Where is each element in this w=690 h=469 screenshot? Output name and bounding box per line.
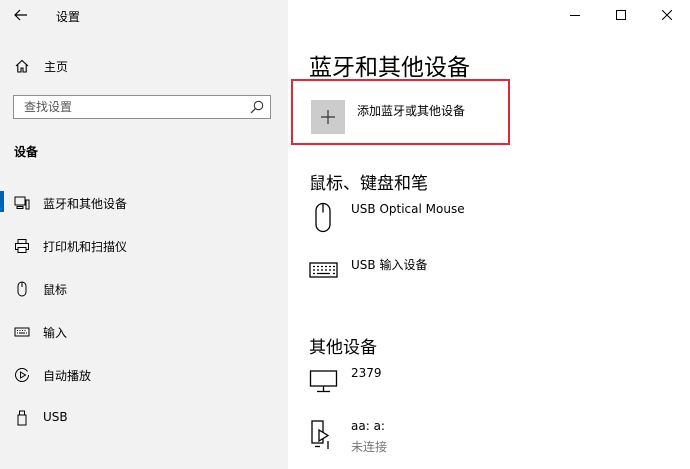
add-device-button[interactable]: 添加蓝牙或其他设备: [291, 79, 510, 145]
back-arrow-icon: [14, 9, 27, 21]
device-item-mouse[interactable]: USB Optical Mouse: [309, 202, 669, 246]
sidebar-item-bluetooth[interactable]: 蓝牙和其他设备: [0, 181, 288, 224]
sidebar-item-printers[interactable]: 打印机和扫描仪: [0, 224, 288, 267]
device-name: USB Optical Mouse: [351, 202, 465, 216]
close-icon: [662, 10, 672, 20]
keyboard-icon: [309, 262, 338, 278]
maximize-icon: [616, 10, 626, 20]
device-name: USB 输入设备: [351, 258, 428, 272]
device-item-keyboard[interactable]: USB 输入设备: [309, 256, 669, 300]
settings-window: 设置 主页 设备 蓝牙和其他设备: [0, 0, 690, 469]
sidebar-item-label: 自动播放: [43, 369, 92, 383]
mouse-keyboard-heading: 鼠标、键盘和笔: [309, 174, 428, 194]
minimize-icon: [570, 15, 580, 16]
title-bar: 设置: [0, 0, 288, 30]
device-name: aa: a:: [351, 419, 385, 433]
close-button[interactable]: [644, 0, 690, 30]
home-label: 主页: [44, 60, 69, 74]
mouse-icon: [17, 281, 27, 297]
sidebar-item-home[interactable]: 主页: [0, 52, 288, 80]
sidebar-item-autoplay[interactable]: 自动播放: [0, 353, 288, 396]
sidebar-item-label: 打印机和扫描仪: [43, 240, 128, 254]
sidebar-item-label: 蓝牙和其他设备: [43, 197, 128, 211]
search-icon[interactable]: [250, 100, 264, 114]
sidebar-item-usb[interactable]: USB: [0, 396, 288, 439]
usb-icon: [17, 410, 27, 426]
search-box: [13, 95, 271, 119]
media-device-icon: [311, 420, 330, 449]
bluetooth-devices-icon: [14, 196, 30, 210]
device-item-2379[interactable]: 2379: [309, 366, 669, 410]
page-title: 蓝牙和其他设备: [309, 55, 470, 81]
sidebar-item-label: USB: [43, 410, 68, 424]
window-controls: [552, 0, 690, 30]
keyboard-icon: [14, 327, 30, 337]
add-tile: [311, 100, 345, 134]
add-device-label: 添加蓝牙或其他设备: [357, 104, 466, 118]
app-title: 设置: [56, 10, 81, 24]
monitor-icon: [309, 370, 338, 393]
sidebar: 设置 主页 设备 蓝牙和其他设备: [0, 0, 288, 469]
home-icon: [15, 59, 29, 73]
autoplay-icon: [15, 367, 29, 382]
device-item-aa[interactable]: aa: a: 未连接: [309, 419, 669, 463]
minimize-button[interactable]: [552, 0, 598, 30]
mouse-icon: [315, 202, 331, 233]
sidebar-item-label: 鼠标: [43, 283, 68, 297]
maximize-button[interactable]: [598, 0, 644, 30]
sidebar-item-mouse[interactable]: 鼠标: [0, 267, 288, 310]
printer-icon: [15, 239, 29, 253]
search-input[interactable]: [24, 99, 244, 115]
sidebar-item-typing[interactable]: 输入: [0, 310, 288, 353]
selected-indicator: [0, 191, 4, 212]
device-name: 2379: [351, 366, 382, 380]
sidebar-item-label: 输入: [43, 326, 68, 340]
device-status: 未连接: [351, 440, 388, 454]
main-content: 蓝牙和其他设备 添加蓝牙或其他设备 鼠标、键盘和笔 USB Optical Mo…: [288, 0, 690, 469]
plus-icon: [321, 110, 335, 124]
section-heading: 设备: [14, 145, 39, 159]
back-button[interactable]: [10, 5, 32, 25]
sidebar-nav: 蓝牙和其他设备 打印机和扫描仪 鼠标 输入 自动播放 USB: [0, 181, 288, 439]
other-devices-heading: 其他设备: [309, 338, 377, 358]
